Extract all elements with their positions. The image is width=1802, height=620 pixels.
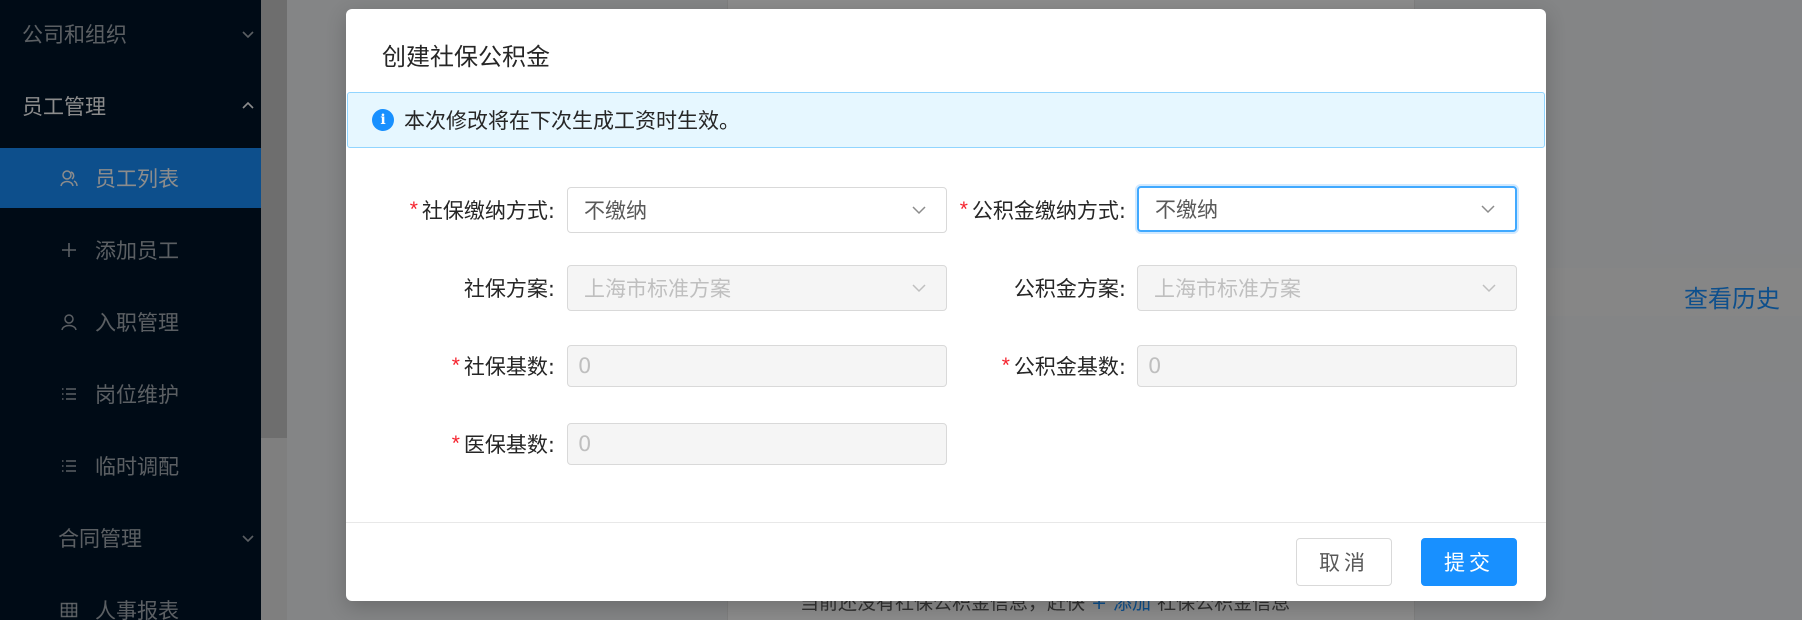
input-value: 0 (1148, 354, 1162, 378)
fund-mode-label: * 公积金缴纳方式: (946, 187, 1126, 233)
select-value: 不缴纳 (584, 199, 647, 223)
modal-footer-divider (346, 522, 1546, 523)
required-mark: * (409, 198, 418, 221)
required-mark: * (1001, 354, 1010, 377)
label-text: 公积金缴纳方式: (971, 199, 1126, 223)
social-mode-select[interactable]: 不缴纳 (567, 187, 947, 233)
fund-base-input[interactable]: 0 (1137, 345, 1517, 387)
create-social-fund-modal: 创建社保公积金 i 本次修改将在下次生成工资时生效。 * 社保缴纳方式: 不缴纳… (346, 9, 1546, 601)
fund-plan-select[interactable]: 上海市标准方案 (1137, 265, 1517, 311)
info-icon: i (372, 109, 394, 131)
social-plan-label: 社保方案: (346, 265, 555, 311)
info-alert: i 本次修改将在下次生成工资时生效。 (347, 92, 1545, 148)
input-value: 0 (578, 432, 592, 456)
label-text: 社保基数: (463, 355, 555, 379)
social-base-label: * 社保基数: (346, 343, 555, 389)
fund-mode-select[interactable]: 不缴纳 (1137, 186, 1517, 232)
select-placeholder: 上海市标准方案 (584, 277, 731, 301)
label-text: 公积金方案: (1013, 277, 1126, 301)
social-base-input[interactable]: 0 (567, 345, 947, 387)
chevron-down-icon (912, 206, 926, 215)
label-text: 社保缴纳方式: (421, 199, 555, 223)
required-mark: * (959, 198, 968, 221)
social-plan-select[interactable]: 上海市标准方案 (567, 265, 947, 311)
submit-button[interactable]: 提交 (1421, 538, 1517, 586)
label-text: 社保方案: (463, 277, 555, 301)
select-placeholder: 上海市标准方案 (1154, 277, 1301, 301)
alert-text: 本次修改将在下次生成工资时生效。 (404, 109, 740, 133)
fund-base-label: * 公积金基数: (946, 343, 1126, 389)
input-value: 0 (578, 354, 592, 378)
required-mark: * (451, 354, 460, 377)
select-value: 不缴纳 (1155, 198, 1218, 222)
medical-base-label: * 医保基数: (346, 421, 555, 467)
social-mode-label: * 社保缴纳方式: (346, 187, 555, 233)
required-mark: * (451, 432, 460, 455)
modal-title: 创建社保公积金 (382, 43, 550, 71)
fund-plan-label: 公积金方案: (946, 265, 1126, 311)
medical-base-input[interactable]: 0 (567, 423, 947, 465)
label-text: 公积金基数: (1013, 355, 1126, 379)
chevron-down-icon (1482, 284, 1496, 293)
chevron-down-icon (1481, 205, 1495, 214)
cancel-button[interactable]: 取消 (1296, 538, 1392, 586)
chevron-down-icon (912, 284, 926, 293)
label-text: 医保基数: (463, 433, 555, 457)
